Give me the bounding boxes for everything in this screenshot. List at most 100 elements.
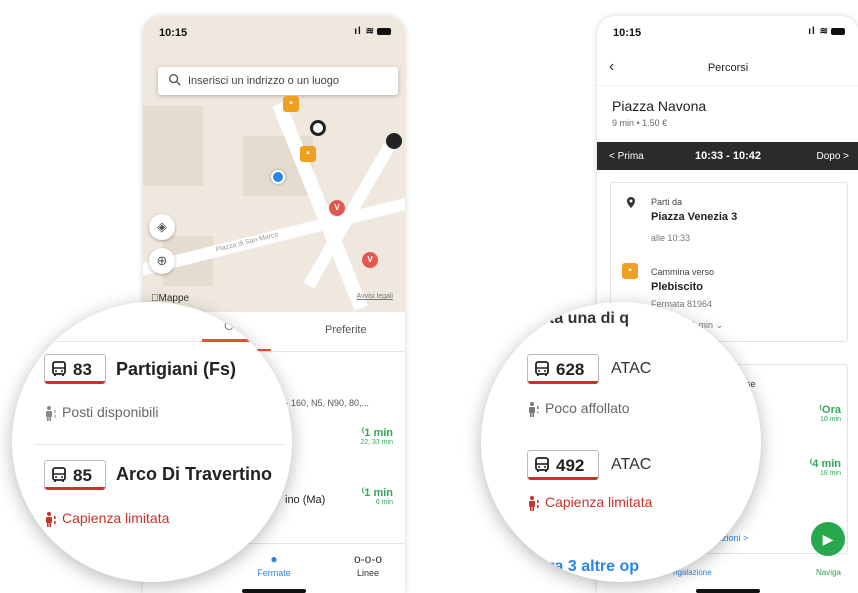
line-number: 85 <box>73 466 92 485</box>
status-time: 10:15 <box>159 27 188 39</box>
bus-icon <box>52 467 66 482</box>
destination-meta: 9 min • 1.50 € <box>612 118 668 128</box>
nav-lines-label: Linee <box>356 568 380 578</box>
status-bar: 10:15 ıl ≋ <box>597 16 858 48</box>
status-time: 10:15 <box>613 27 642 39</box>
crowding-status: Capienza limitata <box>527 494 653 512</box>
eta-1-value: 1 min <box>364 427 393 439</box>
line-color-bar <box>45 381 105 384</box>
magnifier-departures: ta una di q 628 ATAC Poco affollato 492 … <box>481 302 761 582</box>
line-number: 83 <box>73 360 92 379</box>
step-1-detail: alle 10:33 <box>651 233 691 243</box>
line-badge-628: 628 <box>527 354 599 384</box>
crowding-text: Poco affollato <box>545 400 630 416</box>
line-number: 628 <box>556 360 585 379</box>
play-icon: ▶ <box>822 531 834 547</box>
departure-eta-1: ⁽Ora 10 min <box>781 403 841 423</box>
pin-icon: ● <box>270 552 278 566</box>
active-tab-indicator <box>202 339 252 342</box>
search-input[interactable]: Inserisci un indrizzo o un luogo <box>158 67 398 95</box>
home-indicator <box>696 589 760 593</box>
legal-link[interactable]: Avvisi legali <box>357 293 393 300</box>
navigate-label[interactable]: Naviga <box>816 568 841 577</box>
crowding-status: Poco affollato <box>527 400 630 418</box>
map-view[interactable]: 10:15 ıl ≋ Inserisci un indrizzo o un lu… <box>143 16 405 312</box>
eta-1-next: 22, 33 min <box>360 439 393 446</box>
stop-name[interactable]: Arco Di Travertino <box>116 464 272 485</box>
row-divider <box>34 444 284 445</box>
agency-name: ATAC <box>611 456 652 473</box>
line-color-bar <box>528 381 598 384</box>
crowding-person-icon <box>46 406 56 422</box>
realtime-vehicle-icon[interactable]: V <box>329 200 345 216</box>
departure-eta-1-value: Ora <box>822 404 841 416</box>
location-pin-icon <box>627 197 635 208</box>
departure-eta-2-next: 18 min <box>819 470 841 477</box>
map-building <box>143 106 203 186</box>
departure-eta-2-value: 4 min <box>812 458 841 470</box>
bus-icon <box>535 361 549 376</box>
agency-name: ATAC <box>611 360 652 377</box>
nav-lines[interactable]: o-o-o Linee <box>333 552 403 578</box>
destination-title: Piazza Navona <box>612 98 707 114</box>
crowding-text: Posti disponibili <box>62 404 159 420</box>
nav-stops[interactable]: ● Fermate <box>239 552 309 578</box>
stop-marker-icon[interactable]: ▪ <box>283 96 299 112</box>
app-store-screenshot: 10:15 ıl ≋ Inserisci un indrizzo o un lu… <box>0 0 858 593</box>
routes-header: ‹ Percorsi <box>597 50 858 86</box>
line-badge-83: 83 <box>44 354 106 384</box>
crowding-status: Capienza limitata <box>44 510 170 528</box>
line-number: 492 <box>556 456 585 475</box>
signal-wifi-battery-icon: ıl ≋ <box>808 26 845 37</box>
crowding-text: Capienza limitata <box>545 494 653 510</box>
crowding-status: Posti disponibili <box>44 404 159 422</box>
page-title: Percorsi <box>707 62 749 74</box>
step-2-label: Cammina verso <box>651 267 715 277</box>
crosshair-icon: ⊕ <box>156 253 168 268</box>
magnified-heading-fragment: ta una di q <box>549 310 629 327</box>
eta-2-next: 6 min <box>375 499 393 506</box>
layers-icon: ◈ <box>157 219 167 234</box>
bus-icon <box>52 361 66 376</box>
departure-eta-1-next: 10 min <box>819 416 841 423</box>
vehicle-marker-icon[interactable] <box>386 133 402 149</box>
eta-2: ⁽1 min 6 min <box>333 486 393 506</box>
recenter-button[interactable]: ⊕ <box>149 248 175 274</box>
magnifier-stops: O 83 Partigiani (Fs) Posti disponibili 8… <box>12 302 292 582</box>
stop-name[interactable]: Partigiani (Fs) <box>116 359 236 380</box>
nav-stops-label: Fermate <box>257 568 291 578</box>
magnified-tabs: O <box>12 302 292 342</box>
home-indicator <box>242 589 306 593</box>
departure-eta-2: ⁽4 min 18 min <box>781 457 841 477</box>
line-color-bar <box>45 487 105 490</box>
stop-marker-icon[interactable]: ▪ <box>300 146 316 162</box>
step-1-label: Parti da <box>651 197 683 207</box>
crowding-person-icon <box>529 402 539 418</box>
search-icon <box>168 73 181 86</box>
navigate-button[interactable]: ▶ <box>811 522 845 556</box>
realtime-vehicle-icon[interactable]: V <box>362 252 378 268</box>
tab-favorites[interactable]: Preferite <box>325 324 367 336</box>
line-badge-492: 492 <box>527 450 599 480</box>
bus-icon <box>535 457 549 472</box>
stop-name-text: ino (Ma) <box>285 494 326 506</box>
eta-1: ⁽1 min 22, 33 min <box>333 426 393 446</box>
bus-stop-icon: ▪ <box>622 263 638 279</box>
line-color-bar <box>528 477 598 480</box>
eta-2-value: 1 min <box>364 487 393 499</box>
layers-button[interactable]: ◈ <box>149 214 175 240</box>
next-button[interactable]: Dopo > <box>816 151 849 162</box>
magnified-tab-fragment: O <box>224 318 235 333</box>
time-selector: < Prima 10:33 - 10:42 Dopo > <box>597 142 858 170</box>
signal-wifi-battery-icon: ıl ≋ <box>354 26 391 37</box>
vehicle-marker-icon[interactable] <box>310 120 326 136</box>
step-2-place: Plebiscito <box>651 281 703 293</box>
crowding-text: Capienza limitata <box>62 510 170 526</box>
crowding-person-icon <box>529 496 539 512</box>
search-placeholder: Inserisci un indrizzo o un luogo <box>188 75 340 87</box>
line-badge-85: 85 <box>44 460 106 490</box>
status-bar: 10:15 ıl ≋ <box>143 16 405 48</box>
lines-icon: o-o-o <box>353 552 382 566</box>
current-location-icon <box>271 170 285 184</box>
show-more-options-link[interactable]: tra 3 altre op <box>543 558 639 576</box>
